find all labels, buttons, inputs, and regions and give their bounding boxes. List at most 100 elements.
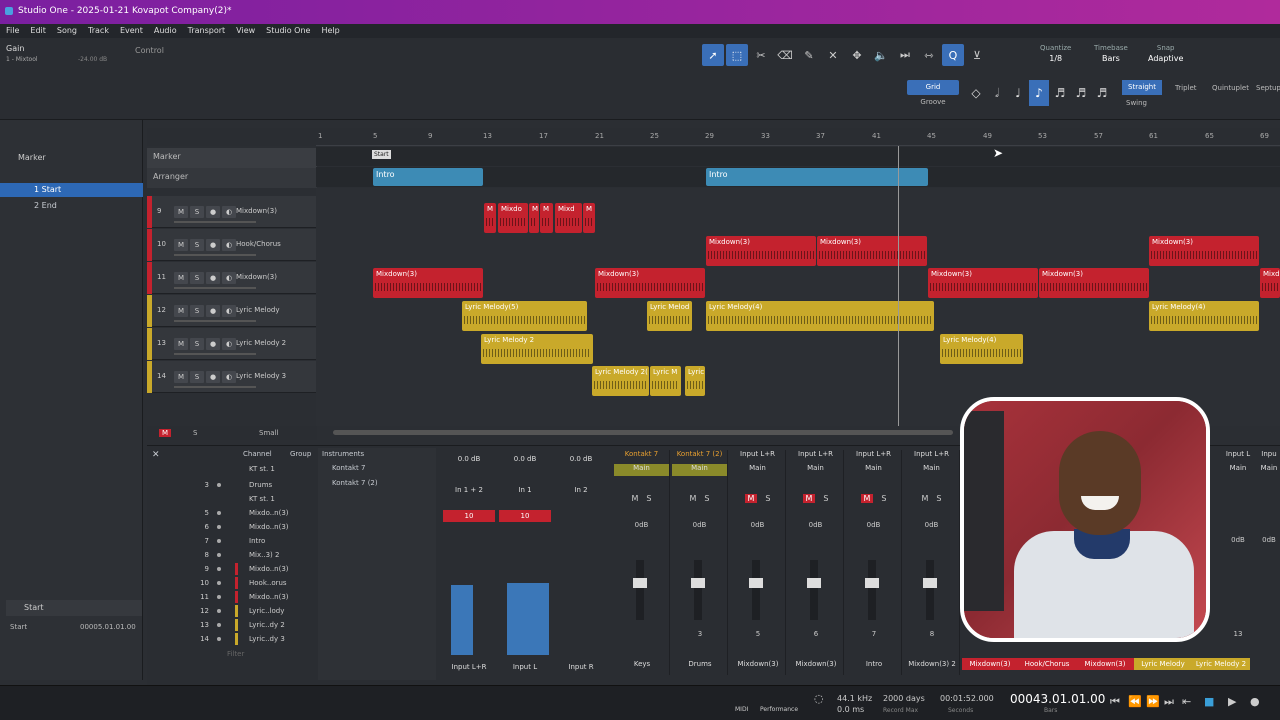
- volume-fader[interactable]: [691, 560, 705, 620]
- marker-row-start[interactable]: 1 Start: [0, 183, 143, 197]
- audio-clip[interactable]: Lyric Melody(5): [462, 301, 587, 331]
- solo-button[interactable]: S: [190, 206, 204, 218]
- audio-clip[interactable]: Lyric Melody(4): [1149, 301, 1259, 331]
- track-header-9[interactable]: 9 M S ● ◐ Mixdown(3): [147, 196, 316, 228]
- record-icon[interactable]: ●: [1250, 695, 1260, 708]
- record-button[interactable]: ●: [206, 371, 220, 383]
- marker-row-end[interactable]: 2 End: [0, 199, 143, 213]
- audio-clip[interactable]: Lyric Melody 2(: [592, 366, 649, 396]
- audio-clip[interactable]: M: [540, 203, 553, 233]
- mute-button[interactable]: M: [690, 494, 697, 503]
- track-volume-slider[interactable]: [174, 353, 256, 355]
- audio-clip[interactable]: Mixdown(3): [1039, 268, 1149, 298]
- channel-row[interactable]: 3 Drums: [187, 478, 315, 492]
- solo-button[interactable]: S: [704, 494, 709, 503]
- volume-fader[interactable]: [633, 560, 647, 620]
- solo-button[interactable]: S: [190, 338, 204, 350]
- solo-button[interactable]: S: [936, 494, 941, 503]
- loop-start-icon[interactable]: ⇤: [1182, 695, 1191, 708]
- audio-clip[interactable]: Mixd: [1260, 268, 1280, 298]
- audio-clip[interactable]: Lyric M: [650, 366, 681, 396]
- solo-button[interactable]: S: [190, 239, 204, 251]
- strip-output[interactable]: Main: [1258, 464, 1280, 476]
- sixteenth-note-icon[interactable]: ♬: [1050, 80, 1070, 106]
- time-display[interactable]: 00:01:52.000: [940, 694, 994, 703]
- strip-output[interactable]: Main: [672, 464, 727, 476]
- monitor-button[interactable]: ◐: [222, 338, 236, 350]
- listen-tool-icon[interactable]: 🔈: [870, 44, 892, 66]
- monitor-button[interactable]: ◐: [222, 239, 236, 251]
- audio-clip[interactable]: Mixdown(3): [706, 236, 816, 266]
- record-button[interactable]: ●: [206, 338, 220, 350]
- menu-view[interactable]: View: [236, 26, 255, 36]
- audio-clip[interactable]: Mixdown(3): [817, 236, 927, 266]
- half-note-icon[interactable]: 𝅗𝅥: [987, 80, 1007, 106]
- solo-button[interactable]: S: [190, 305, 204, 317]
- audio-clip[interactable]: M: [484, 203, 496, 233]
- track-header-11[interactable]: 11 M S ● ◐ Mixdown(3): [147, 262, 316, 294]
- menu-song[interactable]: Song: [57, 26, 77, 36]
- end-icon[interactable]: ⏭: [1164, 695, 1174, 709]
- volume-fader[interactable]: [923, 560, 937, 620]
- timebase-value[interactable]: Bars: [1094, 54, 1128, 63]
- mute-button[interactable]: M: [744, 494, 758, 503]
- strip-input[interactable]: Kontakt 7: [614, 450, 669, 462]
- record-button[interactable]: ●: [206, 272, 220, 284]
- solo-all-button[interactable]: S: [193, 429, 197, 437]
- track-name[interactable]: Mixdown(3): [236, 273, 277, 281]
- swing-label[interactable]: Swing: [1126, 99, 1147, 107]
- stop-icon[interactable]: ■: [1204, 695, 1214, 708]
- skip-icon[interactable]: ⏭: [894, 44, 916, 66]
- thirtysecond-note-icon[interactable]: ♬: [1071, 80, 1091, 106]
- strip-output[interactable]: Main: [614, 464, 669, 476]
- audio-clip[interactable]: Mixdown(3): [373, 268, 483, 298]
- mute-button[interactable]: M: [174, 338, 188, 350]
- solo-button[interactable]: S: [823, 494, 828, 503]
- strip-input[interactable]: Input L+R: [730, 450, 785, 462]
- input-gain[interactable]: 0.0 dB: [441, 455, 497, 463]
- paint-tool-icon[interactable]: ✎: [798, 44, 820, 66]
- channel-row[interactable]: KT st. 1: [187, 462, 315, 476]
- rewind-icon[interactable]: ⏪: [1128, 695, 1142, 708]
- monitor-button[interactable]: ◐: [222, 206, 236, 218]
- fast-forward-icon[interactable]: ⏩: [1146, 695, 1160, 708]
- audio-clip[interactable]: M: [529, 203, 539, 233]
- eraser-tool-icon[interactable]: ⌫: [774, 44, 796, 66]
- performance-label[interactable]: Performance: [760, 706, 798, 713]
- marker-lane[interactable]: Start: [316, 147, 1280, 166]
- audio-clip[interactable]: Mixd: [555, 203, 582, 233]
- monitor-button[interactable]: ◐: [222, 371, 236, 383]
- solo-button[interactable]: S: [646, 494, 651, 503]
- channel-row[interactable]: 13 Lyric..dy 2: [187, 618, 315, 632]
- bar-position[interactable]: 00043.01.01.00: [1010, 692, 1105, 706]
- strip-input[interactable]: Kontakt 7 (2): [672, 450, 727, 462]
- audio-clip[interactable]: Lyric: [685, 366, 705, 396]
- mute-button[interactable]: M: [632, 494, 639, 503]
- track-header-14[interactable]: 14 M S ● ◐ Lyric Melody 3: [147, 361, 316, 393]
- arranger-section-intro[interactable]: Intro: [373, 168, 483, 186]
- sixtyfourth-note-icon[interactable]: ♬: [1092, 80, 1112, 106]
- channel-row[interactable]: 8 Mix..3) 2: [187, 548, 315, 562]
- mute-button[interactable]: M: [860, 494, 874, 503]
- track-size-button[interactable]: Small: [259, 429, 278, 437]
- mute-button[interactable]: M: [922, 494, 929, 503]
- track-volume-slider[interactable]: [174, 254, 256, 256]
- strip-input[interactable]: Input L+R: [846, 450, 901, 462]
- menu-file[interactable]: File: [6, 26, 19, 36]
- channel-row[interactable]: 7 Intro: [187, 534, 315, 548]
- channel-row[interactable]: 10 Hook..orus: [187, 576, 315, 590]
- audio-clip[interactable]: Lyric Melody(4): [706, 301, 934, 331]
- menu-studio-one[interactable]: Studio One: [266, 26, 310, 36]
- horizontal-scrollbar[interactable]: [333, 430, 953, 435]
- arranger-section-intro[interactable]: Intro: [706, 168, 928, 186]
- strip-input[interactable]: Input L+R: [788, 450, 843, 462]
- track-volume-slider[interactable]: [174, 287, 256, 289]
- zoom-fit-icon[interactable]: ⇿: [918, 44, 940, 66]
- volume-fader[interactable]: [749, 560, 763, 620]
- strip-output[interactable]: Main: [730, 464, 785, 476]
- solo-button[interactable]: S: [190, 272, 204, 284]
- close-icon[interactable]: ✕: [152, 450, 160, 460]
- strip-output[interactable]: Main: [904, 464, 959, 476]
- bend-tool-icon[interactable]: ✥: [846, 44, 868, 66]
- strip-output[interactable]: Main: [846, 464, 901, 476]
